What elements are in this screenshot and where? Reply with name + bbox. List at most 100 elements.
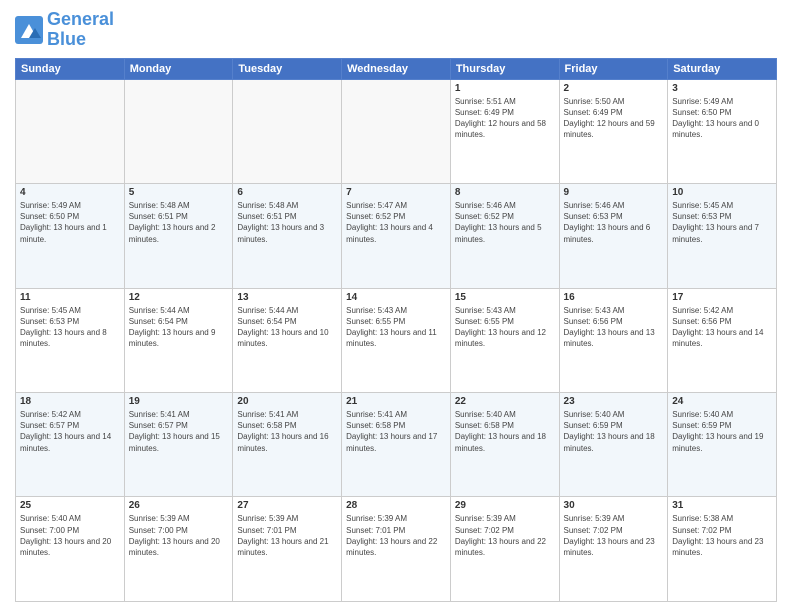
logo: General Blue [15, 10, 114, 50]
day-number: 7 [346, 187, 446, 198]
cell-info: Sunrise: 5:49 AM Sunset: 6:50 PM Dayligh… [672, 96, 772, 141]
week-row-2: 4 Sunrise: 5:49 AM Sunset: 6:50 PM Daylig… [16, 184, 777, 288]
calendar-cell: 30 Sunrise: 5:39 AM Sunset: 7:02 PM Dayli… [559, 497, 668, 602]
day-number: 8 [455, 187, 555, 198]
page: General Blue SundayMondayTuesdayWednesda… [0, 0, 792, 612]
day-number: 15 [455, 292, 555, 303]
day-number: 10 [672, 187, 772, 198]
weekday-header-saturday: Saturday [668, 58, 777, 79]
calendar-cell: 24Sunrise: 5:40 AM Sunset: 6:59 PM Dayli… [668, 393, 777, 497]
calendar-cell: 14 Sunrise: 5:43 AM Sunset: 6:55 PM Dayli… [342, 288, 451, 392]
day-number: 22 [455, 396, 555, 407]
calendar-cell: 22 Sunrise: 5:40 AM Sunset: 6:58 PM Dayli… [450, 393, 559, 497]
day-number: 21 [346, 396, 446, 407]
day-number: 2 [564, 83, 664, 94]
cell-info: Sunrise: 5:46 AM Sunset: 6:53 PM Dayligh… [564, 200, 664, 245]
week-row-4: 18Sunrise: 5:42 AM Sunset: 6:57 PM Dayli… [16, 393, 777, 497]
weekday-header-friday: Friday [559, 58, 668, 79]
calendar-cell: 5 Sunrise: 5:48 AM Sunset: 6:51 PM Daylig… [124, 184, 233, 288]
logo-icon [15, 16, 43, 44]
cell-info: Sunrise: 5:41 AM Sunset: 6:57 PM Dayligh… [129, 409, 229, 454]
logo-text: General Blue [47, 10, 114, 50]
cell-info: Sunrise: 5:51 AM Sunset: 6:49 PM Dayligh… [455, 96, 555, 141]
cell-info: Sunrise: 5:39 AM Sunset: 7:02 PM Dayligh… [455, 513, 555, 558]
cell-info: Sunrise: 5:43 AM Sunset: 6:55 PM Dayligh… [346, 305, 446, 350]
calendar-cell: 31 Sunrise: 5:38 AM Sunset: 7:02 PM Dayli… [668, 497, 777, 602]
day-number: 17 [672, 292, 772, 303]
day-number: 5 [129, 187, 229, 198]
calendar-cell: 3 Sunrise: 5:49 AM Sunset: 6:50 PM Daylig… [668, 79, 777, 183]
day-number: 31 [672, 500, 772, 511]
cell-info: Sunrise: 5:40 AM Sunset: 7:00 PM Dayligh… [20, 513, 120, 558]
calendar-cell: 11 Sunrise: 5:45 AM Sunset: 6:53 PM Dayli… [16, 288, 125, 392]
calendar-cell: 19Sunrise: 5:41 AM Sunset: 6:57 PM Dayli… [124, 393, 233, 497]
calendar-cell: 6Sunrise: 5:48 AM Sunset: 6:51 PM Daylig… [233, 184, 342, 288]
cell-info: Sunrise: 5:50 AM Sunset: 6:49 PM Dayligh… [564, 96, 664, 141]
day-number: 28 [346, 500, 446, 511]
cell-info: Sunrise: 5:43 AM Sunset: 6:55 PM Dayligh… [455, 305, 555, 350]
day-number: 27 [237, 500, 337, 511]
day-number: 26 [129, 500, 229, 511]
calendar-cell [342, 79, 451, 183]
day-number: 30 [564, 500, 664, 511]
calendar-table: SundayMondayTuesdayWednesdayThursdayFrid… [15, 58, 777, 602]
cell-info: Sunrise: 5:44 AM Sunset: 6:54 PM Dayligh… [129, 305, 229, 350]
day-number: 4 [20, 187, 120, 198]
cell-info: Sunrise: 5:38 AM Sunset: 7:02 PM Dayligh… [672, 513, 772, 558]
calendar-cell: 8 Sunrise: 5:46 AM Sunset: 6:52 PM Daylig… [450, 184, 559, 288]
cell-info: Sunrise: 5:41 AM Sunset: 6:58 PM Dayligh… [237, 409, 337, 454]
calendar-cell: 13 Sunrise: 5:44 AM Sunset: 6:54 PM Dayli… [233, 288, 342, 392]
calendar-cell: 21Sunrise: 5:41 AM Sunset: 6:58 PM Dayli… [342, 393, 451, 497]
calendar-cell: 23Sunrise: 5:40 AM Sunset: 6:59 PM Dayli… [559, 393, 668, 497]
week-row-1: 1 Sunrise: 5:51 AM Sunset: 6:49 PM Daylig… [16, 79, 777, 183]
cell-info: Sunrise: 5:48 AM Sunset: 6:51 PM Dayligh… [237, 200, 337, 245]
cell-info: Sunrise: 5:43 AM Sunset: 6:56 PM Dayligh… [564, 305, 664, 350]
cell-info: Sunrise: 5:45 AM Sunset: 6:53 PM Dayligh… [672, 200, 772, 245]
cell-info: Sunrise: 5:42 AM Sunset: 6:56 PM Dayligh… [672, 305, 772, 350]
cell-info: Sunrise: 5:49 AM Sunset: 6:50 PM Dayligh… [20, 200, 120, 245]
calendar-cell: 16 Sunrise: 5:43 AM Sunset: 6:56 PM Dayli… [559, 288, 668, 392]
calendar-cell: 7 Sunrise: 5:47 AM Sunset: 6:52 PM Daylig… [342, 184, 451, 288]
weekday-header-thursday: Thursday [450, 58, 559, 79]
calendar-cell: 26 Sunrise: 5:39 AM Sunset: 7:00 PM Dayli… [124, 497, 233, 602]
calendar-cell: 17 Sunrise: 5:42 AM Sunset: 6:56 PM Dayli… [668, 288, 777, 392]
weekday-header-row: SundayMondayTuesdayWednesdayThursdayFrid… [16, 58, 777, 79]
calendar-cell: 1 Sunrise: 5:51 AM Sunset: 6:49 PM Daylig… [450, 79, 559, 183]
calendar-cell: 25 Sunrise: 5:40 AM Sunset: 7:00 PM Dayli… [16, 497, 125, 602]
weekday-header-monday: Monday [124, 58, 233, 79]
calendar-cell: 10 Sunrise: 5:45 AM Sunset: 6:53 PM Dayli… [668, 184, 777, 288]
day-number: 12 [129, 292, 229, 303]
calendar-cell: 4 Sunrise: 5:49 AM Sunset: 6:50 PM Daylig… [16, 184, 125, 288]
calendar-cell: 27 Sunrise: 5:39 AM Sunset: 7:01 PM Dayli… [233, 497, 342, 602]
calendar-cell: 9 Sunrise: 5:46 AM Sunset: 6:53 PM Daylig… [559, 184, 668, 288]
week-row-3: 11 Sunrise: 5:45 AM Sunset: 6:53 PM Dayli… [16, 288, 777, 392]
calendar-cell: 29Sunrise: 5:39 AM Sunset: 7:02 PM Dayli… [450, 497, 559, 602]
cell-info: Sunrise: 5:39 AM Sunset: 7:01 PM Dayligh… [237, 513, 337, 558]
cell-info: Sunrise: 5:47 AM Sunset: 6:52 PM Dayligh… [346, 200, 446, 245]
calendar-cell: 18Sunrise: 5:42 AM Sunset: 6:57 PM Dayli… [16, 393, 125, 497]
day-number: 23 [564, 396, 664, 407]
cell-info: Sunrise: 5:39 AM Sunset: 7:01 PM Dayligh… [346, 513, 446, 558]
cell-info: Sunrise: 5:40 AM Sunset: 6:58 PM Dayligh… [455, 409, 555, 454]
cell-info: Sunrise: 5:45 AM Sunset: 6:53 PM Dayligh… [20, 305, 120, 350]
calendar-cell: 28 Sunrise: 5:39 AM Sunset: 7:01 PM Dayli… [342, 497, 451, 602]
day-number: 16 [564, 292, 664, 303]
week-row-5: 25 Sunrise: 5:40 AM Sunset: 7:00 PM Dayli… [16, 497, 777, 602]
cell-info: Sunrise: 5:39 AM Sunset: 7:02 PM Dayligh… [564, 513, 664, 558]
cell-info: Sunrise: 5:46 AM Sunset: 6:52 PM Dayligh… [455, 200, 555, 245]
day-number: 9 [564, 187, 664, 198]
header: General Blue [15, 10, 777, 50]
calendar-cell: 12 Sunrise: 5:44 AM Sunset: 6:54 PM Dayli… [124, 288, 233, 392]
cell-info: Sunrise: 5:40 AM Sunset: 6:59 PM Dayligh… [672, 409, 772, 454]
day-number: 11 [20, 292, 120, 303]
day-number: 20 [237, 396, 337, 407]
cell-info: Sunrise: 5:44 AM Sunset: 6:54 PM Dayligh… [237, 305, 337, 350]
day-number: 14 [346, 292, 446, 303]
weekday-header-sunday: Sunday [16, 58, 125, 79]
cell-info: Sunrise: 5:48 AM Sunset: 6:51 PM Dayligh… [129, 200, 229, 245]
day-number: 3 [672, 83, 772, 94]
cell-info: Sunrise: 5:39 AM Sunset: 7:00 PM Dayligh… [129, 513, 229, 558]
day-number: 1 [455, 83, 555, 94]
day-number: 25 [20, 500, 120, 511]
day-number: 13 [237, 292, 337, 303]
